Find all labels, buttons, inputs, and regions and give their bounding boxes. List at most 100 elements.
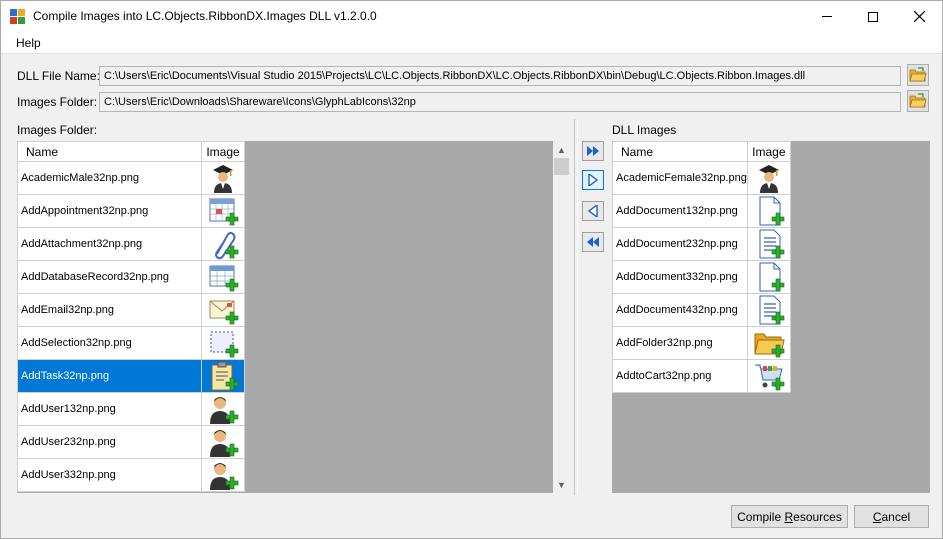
arrow-left-icon xyxy=(587,205,598,217)
browse-dll-button[interactable] xyxy=(907,64,929,86)
table-row[interactable]: AddDatabaseRecord32np.png xyxy=(17,260,245,294)
title-bar: Compile Images into LC.Objects.RibbonDX.… xyxy=(1,1,942,32)
image-cell[interactable] xyxy=(746,260,791,294)
file-name-cell[interactable]: AddDocument132np.png xyxy=(612,194,748,228)
table-row[interactable]: AddDocument332np.png xyxy=(612,260,791,294)
table-row[interactable]: AddFolder32np.png xyxy=(612,326,791,360)
image-cell[interactable] xyxy=(201,194,245,228)
image-cell[interactable] xyxy=(746,326,791,360)
table-row[interactable]: AddAppointment32np.png xyxy=(17,194,245,228)
column-header-image[interactable]: Image xyxy=(746,141,791,162)
move-all-right-button[interactable] xyxy=(582,141,604,161)
image-cell[interactable] xyxy=(201,425,245,459)
file-name-cell[interactable]: AddTask32np.png xyxy=(17,359,202,393)
table-row[interactable]: AddTask32np.png xyxy=(17,359,245,393)
image-cell[interactable] xyxy=(746,161,791,195)
image-cell[interactable] xyxy=(746,359,791,393)
table-row[interactable]: AddAttachment32np.png xyxy=(17,227,245,261)
file-name-cell[interactable]: AddDocument332np.png xyxy=(612,260,748,294)
maximize-button[interactable] xyxy=(850,1,896,32)
image-cell[interactable] xyxy=(201,458,245,492)
user-add-icon xyxy=(207,426,239,458)
file-name-cell[interactable]: AddtoCart32np.png xyxy=(612,359,748,393)
image-cell[interactable] xyxy=(201,326,245,360)
scroll-down-arrow[interactable]: ▼ xyxy=(553,476,570,493)
image-cell[interactable] xyxy=(746,194,791,228)
image-cell[interactable] xyxy=(746,293,791,327)
table-row[interactable]: AddDocument132np.png xyxy=(612,194,791,228)
images-folder-table: Name Image AcademicMale32np.png AddAppoin… xyxy=(17,141,245,492)
table-row[interactable]: AddUser132np.png xyxy=(17,392,245,426)
table-row[interactable]: AddUser332np.png xyxy=(17,458,245,492)
table-row[interactable]: AddDocument432np.png xyxy=(612,293,791,327)
dll-images-grid[interactable]: Name Image AcademicFemale32np.png AddDocu… xyxy=(612,141,930,493)
move-all-left-button[interactable] xyxy=(582,232,604,252)
cancel-button[interactable]: Cancel xyxy=(854,505,929,528)
table-row[interactable]: AddDocument232np.png xyxy=(612,227,791,261)
image-cell[interactable] xyxy=(201,260,245,294)
file-name-cell[interactable]: AcademicFemale32np.png xyxy=(612,161,748,195)
images-folder-label: Images Folder: xyxy=(17,95,98,109)
file-name-cell[interactable]: AddAppointment32np.png xyxy=(17,194,202,228)
image-cell[interactable] xyxy=(201,227,245,261)
image-cell[interactable] xyxy=(746,227,791,261)
cancel-label-mnemonic: C xyxy=(872,509,882,524)
image-cell[interactable] xyxy=(201,161,245,195)
right-panel-label: DLL Images xyxy=(612,123,677,137)
image-cell[interactable] xyxy=(201,293,245,327)
file-name-cell[interactable]: AddDocument432np.png xyxy=(612,293,748,327)
folder-add-icon xyxy=(753,327,785,359)
dll-file-field[interactable]: C:\Users\Eric\Documents\Visual Studio 20… xyxy=(99,66,901,86)
column-header-name[interactable]: Name xyxy=(17,141,202,162)
file-name-cell[interactable]: AddAttachment32np.png xyxy=(17,227,202,261)
scroll-up-arrow[interactable]: ▲ xyxy=(553,141,570,158)
move-right-button[interactable] xyxy=(582,170,604,190)
column-header-name[interactable]: Name xyxy=(612,141,748,162)
image-cell[interactable] xyxy=(201,392,245,426)
panel-splitter[interactable] xyxy=(574,119,578,495)
left-grid-scrollbar[interactable]: ▲ ▼ xyxy=(553,141,570,493)
table-row[interactable]: AddEmail32np.png xyxy=(17,293,245,327)
compile-resources-button[interactable]: Compile Resources xyxy=(731,505,848,528)
document-add-icon xyxy=(753,195,785,227)
table-row[interactable]: AddtoCart32np.png xyxy=(612,359,791,393)
table-row[interactable]: AddUser232np.png xyxy=(17,425,245,459)
images-folder-field[interactable]: C:\Users\Eric\Downloads\Shareware\Icons\… xyxy=(99,92,901,112)
folder-open-icon xyxy=(909,93,927,108)
image-cell[interactable] xyxy=(201,359,245,393)
scroll-thumb[interactable] xyxy=(554,158,569,175)
table-row[interactable]: AcademicFemale32np.png xyxy=(612,161,791,195)
file-name-cell[interactable]: AddFolder32np.png xyxy=(612,326,748,360)
user-add-icon xyxy=(207,393,239,425)
file-name-cell[interactable]: AddSelection32np.png xyxy=(17,326,202,360)
folder-open-icon xyxy=(909,67,927,82)
double-arrow-right-icon xyxy=(587,146,599,156)
paperclip-add-icon xyxy=(207,228,239,260)
cancel-label-post: ancel xyxy=(881,509,911,524)
menu-help[interactable]: Help xyxy=(16,36,41,50)
table-row[interactable]: AddSelection32np.png xyxy=(17,326,245,360)
academic-icon xyxy=(207,162,239,194)
arrow-right-icon xyxy=(588,174,599,186)
column-header-image[interactable]: Image xyxy=(201,141,245,162)
move-left-button[interactable] xyxy=(582,201,604,221)
calendar-add-icon xyxy=(207,195,239,227)
close-icon xyxy=(913,11,925,22)
browse-folder-button[interactable] xyxy=(907,90,929,112)
file-name-cell[interactable]: AddUser132np.png xyxy=(17,392,202,426)
file-name-cell[interactable]: AddUser232np.png xyxy=(17,425,202,459)
file-name-cell[interactable]: AddDatabaseRecord32np.png xyxy=(17,260,202,294)
envelope-add-icon xyxy=(207,294,239,326)
app-icon xyxy=(10,9,26,25)
file-name-cell[interactable]: AcademicMale32np.png xyxy=(17,161,202,195)
file-name-cell[interactable]: AddUser332np.png xyxy=(17,458,202,492)
minimize-button[interactable] xyxy=(804,1,850,32)
document-add-icon xyxy=(753,261,785,293)
close-button[interactable] xyxy=(896,1,942,32)
images-folder-grid[interactable]: Name Image AcademicMale32np.png AddAppoin… xyxy=(17,141,553,493)
dll-images-table: Name Image AcademicFemale32np.png AddDocu… xyxy=(612,141,791,393)
compile-label-pre: Compile xyxy=(737,509,785,524)
file-name-cell[interactable]: AddDocument232np.png xyxy=(612,227,748,261)
file-name-cell[interactable]: AddEmail32np.png xyxy=(17,293,202,327)
table-row[interactable]: AcademicMale32np.png xyxy=(17,161,245,195)
